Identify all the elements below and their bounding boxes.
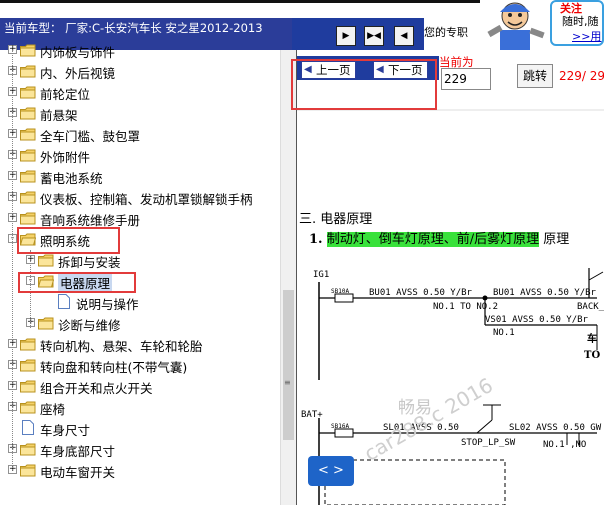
annotation-box-electrical: [18, 272, 136, 293]
label-sl02: SL02 AVSS 0.50 GW: [509, 423, 602, 433]
label-no1b: NO.1: [493, 328, 515, 338]
folder-icon: [38, 317, 54, 330]
promo-text: 随时,随: [562, 15, 599, 28]
folder-icon: [20, 464, 36, 477]
toggle-split-button[interactable]: ▶◀: [364, 26, 384, 46]
tree-item-label: 电动车窗开关: [40, 465, 116, 480]
folder-icon: [20, 170, 36, 183]
label-no1c: NO.1 ,NO: [543, 440, 587, 450]
top-border: [0, 0, 480, 3]
tree-item-label: 转向盘和转向柱(不带气囊): [40, 360, 188, 375]
tree-item[interactable]: + 前轮定位: [0, 82, 280, 103]
section-title: 三. 电器原理: [299, 212, 373, 227]
tree-item-label: 诊断与维修: [58, 318, 121, 333]
tree-item[interactable]: + 仪表板、控制箱、发动机罩锁解锁手柄: [0, 187, 280, 208]
tree-item-label: 转向机构、悬架、车轮和轮胎: [40, 339, 203, 354]
tree-item[interactable]: + 内、外后视镜: [0, 61, 280, 82]
folder-icon: [20, 338, 36, 351]
tree-scrollbar[interactable]: ≡: [280, 50, 296, 505]
tree-item-label: 说明与操作: [76, 297, 139, 312]
item-heading: 1. 制动灯、倒车灯原理、前/后雾灯原理 原理: [309, 228, 569, 247]
folder-icon: [20, 359, 36, 372]
folder-icon: [20, 107, 36, 120]
tree-item[interactable]: + 转向盘和转向柱(不带气囊): [0, 355, 280, 376]
page-icon: [22, 420, 34, 435]
label-vs01: VS01 AVSS 0.50 Y/Br: [485, 315, 588, 325]
folder-icon: [20, 443, 36, 456]
tree-item-label: 车身尺寸: [40, 423, 91, 438]
expand-left-button[interactable]: ◀: [394, 26, 414, 46]
label-back: BACK_: [577, 302, 604, 312]
folder-icon: [20, 212, 36, 225]
tree-item[interactable]: + 音响系统维修手册: [0, 208, 280, 229]
mascot-image: [480, 0, 550, 50]
tree-item-label: 前悬架: [40, 108, 78, 123]
label-sb1: SB10A: [331, 288, 350, 295]
expand-right-button[interactable]: ▶: [336, 26, 356, 46]
label-stop: STOP_LP_SW: [461, 438, 516, 448]
folder-icon: [20, 65, 36, 78]
document-viewer: ◀上一页 ◀下一页 当前为 跳转 229/ 292 三. 电器原理 1. 制动灯…: [296, 50, 604, 505]
tree-item[interactable]: + 座椅: [0, 397, 280, 418]
folder-icon: [38, 254, 54, 267]
wiring-diagram: [297, 109, 604, 505]
tree-item[interactable]: + 蓄电池系统: [0, 166, 280, 187]
page-count: 229/ 292: [559, 69, 604, 83]
item-suffix: 原理: [543, 232, 570, 247]
label-tos: TO S: [584, 350, 604, 361]
page-icon: [58, 294, 70, 309]
tree-item-label: 车身底部尺寸: [40, 444, 116, 459]
folder-icon: [20, 149, 36, 162]
item-number: 1.: [309, 232, 323, 247]
tree-item[interactable]: 车身尺寸: [0, 418, 280, 439]
tree-item[interactable]: + 组合开关和点火开关: [0, 376, 280, 397]
tree-item-label: 蓄电池系统: [40, 171, 103, 186]
tree-item[interactable]: + 车身底部尺寸: [0, 439, 280, 460]
scroll-grip-icon: ≡: [284, 378, 291, 387]
tree-item-label: 内饰板与饰件: [40, 45, 116, 60]
promo-box[interactable]: 关注 随时,随 >>用: [550, 0, 604, 46]
nav-toggle-button[interactable]: < >: [308, 456, 354, 486]
folder-icon: [20, 401, 36, 414]
tree-item[interactable]: + 诊断与维修: [0, 313, 280, 334]
promo-link[interactable]: >>用: [572, 28, 601, 44]
folder-icon: [20, 128, 36, 141]
tree-item[interactable]: + 转向机构、悬架、车轮和轮胎: [0, 334, 280, 355]
label-no1: NO.1 TO NO.2: [433, 302, 499, 312]
tree-item-label: 组合开关和点火开关: [40, 381, 153, 396]
tree-item-label: 拆卸与安装: [58, 255, 121, 270]
item-highlight: 制动灯、倒车灯原理、前/后雾灯原理: [326, 232, 540, 247]
label-bu01b: BU01 AVSS 0.50 Y/Br: [493, 288, 596, 298]
current-model-label: 当前车型： 厂家:C-长安汽车长 安之星2012-2013: [4, 21, 263, 35]
folder-icon: [20, 380, 36, 393]
tree-item-label: 仪表板、控制箱、发动机罩锁解锁手柄: [40, 192, 253, 207]
tree-connector-line: [12, 50, 13, 470]
tree-item[interactable]: + 电动车窗开关: [0, 460, 280, 481]
tree-item-label: 座椅: [40, 402, 66, 417]
label-bat: BAT+: [301, 410, 323, 420]
label-ig1: IG1: [313, 270, 330, 280]
folder-icon: [20, 191, 36, 204]
page-number-input[interactable]: [441, 68, 491, 90]
tree-item-label: 全车门槛、鼓包罩: [40, 129, 141, 144]
label-sb2: SB16A: [331, 423, 350, 430]
tree-item[interactable]: 说明与操作: [0, 292, 280, 313]
tree-item-label: 内、外后视镜: [40, 66, 116, 81]
tree-item[interactable]: + 内饰板与饰件: [0, 40, 280, 61]
folder-icon: [20, 86, 36, 99]
label-bu01: BU01 AVSS 0.50 Y/Br: [369, 288, 472, 298]
special-text: 您的专职: [424, 26, 468, 39]
tree-item[interactable]: + 前悬架: [0, 103, 280, 124]
label-che: 车: [587, 334, 597, 345]
jump-button[interactable]: 跳转: [517, 64, 553, 88]
tree-item[interactable]: + 外饰附件: [0, 145, 280, 166]
view-toolbar: ▶ ▶◀ ◀: [292, 18, 424, 50]
folder-icon: [20, 44, 36, 57]
tree-item-label: 外饰附件: [40, 150, 91, 165]
tree-item-label: 前轮定位: [40, 87, 91, 102]
annotation-box-pager: [291, 59, 437, 110]
tree-item[interactable]: + 全车门槛、鼓包罩: [0, 124, 280, 145]
annotation-box-lighting: [17, 227, 120, 254]
scrollbar-thumb[interactable]: [283, 290, 294, 440]
